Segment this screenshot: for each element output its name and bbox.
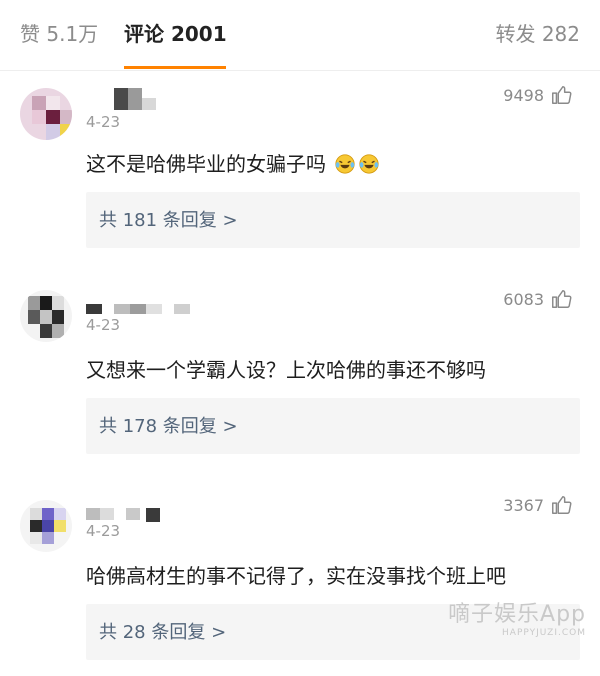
replies-link[interactable]: 共 178 条回复 > xyxy=(86,398,580,454)
replies-count: 共 28 条回复 > xyxy=(99,622,227,643)
laughing-crying-emoji-icon xyxy=(335,154,355,174)
watermark-sub: HAPPYJUZI.COM xyxy=(502,628,586,638)
like-count: 6083 xyxy=(503,289,544,309)
comment-text: 哈佛高材生的事不记得了，实在没事找个班上吧 xyxy=(86,564,506,588)
thumbs-up-icon xyxy=(552,496,572,514)
active-tab-indicator xyxy=(124,66,226,69)
comment-item: 4-23 9498 这不是哈佛毕业的女骗子吗 共 181 条回复 > xyxy=(0,70,600,270)
thumbs-up-icon xyxy=(552,86,572,104)
like-button[interactable]: 6083 xyxy=(503,288,572,310)
comment-text-body: 这不是哈佛毕业的女骗子吗 xyxy=(86,152,326,176)
comment-tabs: 赞 5.1万 评论 2001 转发 282 xyxy=(0,0,600,71)
replies-link[interactable]: 共 181 条回复 > xyxy=(86,192,580,248)
replies-count: 共 181 条回复 > xyxy=(99,210,238,231)
like-count: 3367 xyxy=(503,495,544,515)
username-blurred[interactable] xyxy=(86,88,166,110)
like-button[interactable]: 3367 xyxy=(503,494,572,516)
watermark-main: 嘀子娱乐App xyxy=(448,602,586,627)
comment-text: 又想来一个学霸人设？上次哈佛的事还不够吗 xyxy=(86,358,486,382)
like-button[interactable]: 9498 xyxy=(503,84,572,106)
avatar[interactable] xyxy=(20,500,72,552)
tab-reposts[interactable]: 转发 282 xyxy=(495,20,580,48)
comment-item: 4-23 3367 哈佛高材生的事不记得了，实在没事找个班上吧 共 28 条回复… xyxy=(0,476,600,676)
comment-date: 4-23 xyxy=(86,113,121,131)
like-count: 9498 xyxy=(503,85,544,105)
comment-date: 4-23 xyxy=(86,316,121,334)
avatar[interactable] xyxy=(20,88,72,140)
comment-date: 4-23 xyxy=(86,522,121,540)
tab-likes[interactable]: 赞 5.1万 xyxy=(20,20,98,48)
tab-comments[interactable]: 评论 2001 xyxy=(124,20,227,48)
laughing-crying-emoji-icon xyxy=(359,154,379,174)
replies-count: 共 178 条回复 > xyxy=(99,416,238,437)
watermark: 嘀子娱乐App HAPPYJUZI.COM xyxy=(448,596,586,638)
thumbs-up-icon xyxy=(552,290,572,308)
comment-item: 4-23 6083 又想来一个学霸人设？上次哈佛的事还不够吗 共 178 条回复… xyxy=(0,270,600,470)
comment-text: 这不是哈佛毕业的女骗子吗 xyxy=(86,148,380,177)
avatar[interactable] xyxy=(20,290,72,342)
